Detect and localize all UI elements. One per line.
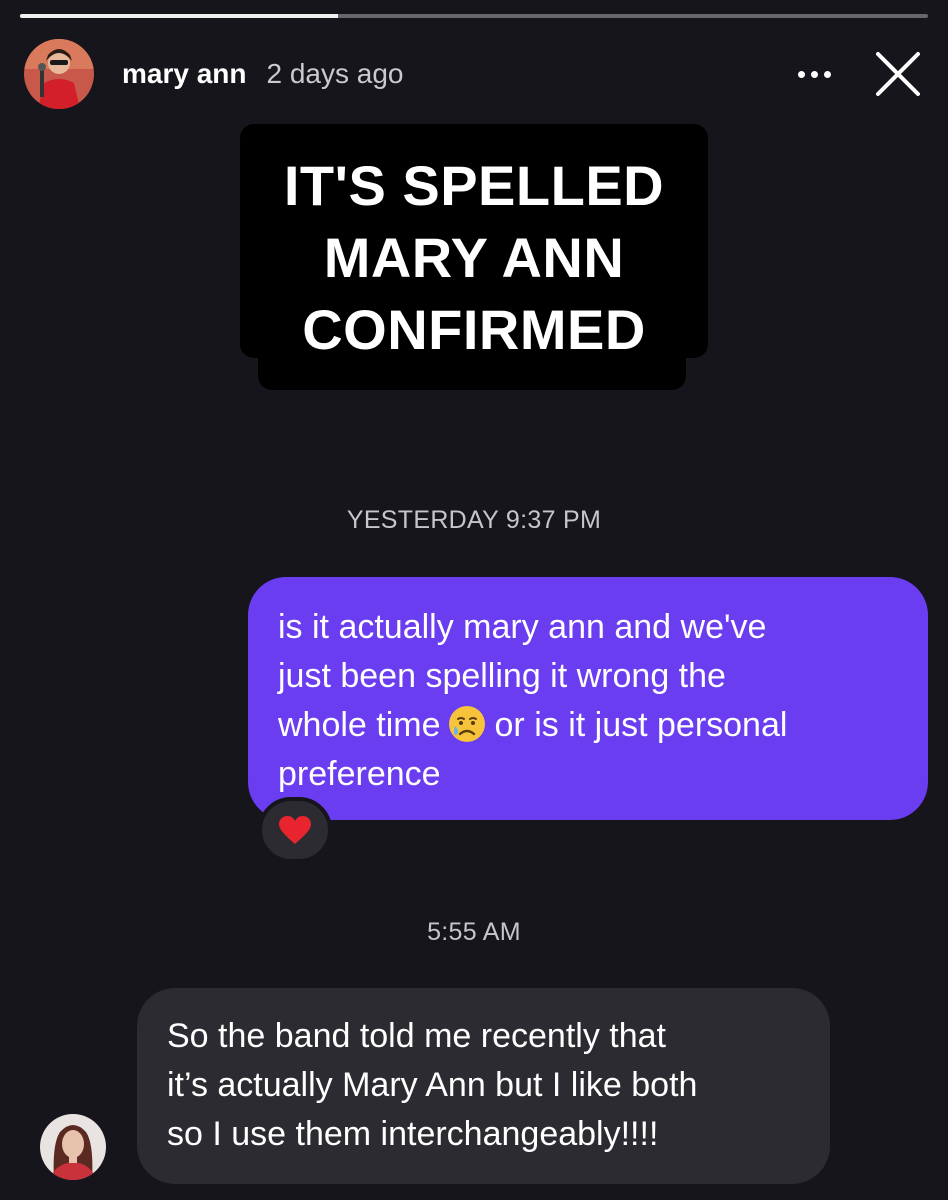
message-line: preference: [278, 755, 441, 793]
sad-but-relieved-face-icon: [448, 706, 485, 742]
story-progress-fill: [20, 14, 338, 18]
message-line: is it actually mary ann and we've: [278, 608, 767, 646]
message-line: just been spelling it wrong the: [278, 657, 726, 695]
story-viewer: mary ann 2 days ago IT'S SPELLED MARY AN…: [0, 0, 948, 1200]
more-dot: [823, 70, 831, 78]
more-options-button[interactable]: [784, 54, 844, 94]
sender-avatar[interactable]: [40, 1114, 106, 1180]
sent-message-bubble[interactable]: is it actually mary ann and we've just b…: [248, 577, 928, 820]
caption-line: IT'S SPELLED: [283, 154, 665, 217]
caption-line: CONFIRMED: [302, 298, 646, 361]
message-line: so I use them interchangeably!!!!: [167, 1115, 659, 1153]
close-icon: [876, 52, 920, 96]
profile-avatar[interactable]: [24, 39, 94, 109]
story-progress-bar: [20, 14, 928, 18]
message-line: So the band told me recently that: [167, 1017, 666, 1055]
message-text: or is it just personal: [494, 706, 788, 744]
close-button[interactable]: [872, 48, 924, 100]
message-text: whole time: [278, 706, 441, 744]
post-timestamp: 2 days ago: [266, 58, 404, 89]
message-timestamp: 5:55 AM: [427, 918, 521, 946]
caption-line: MARY ANN: [323, 226, 625, 289]
story-header: mary ann 2 days ago: [24, 38, 924, 110]
more-horizontal-icon: [797, 70, 805, 78]
more-dot: [810, 70, 818, 78]
red-heart-icon: [279, 816, 311, 844]
message-reaction[interactable]: [258, 797, 332, 863]
caption-text: IT'S SPELLED MARY ANN CONFIRMED: [240, 150, 708, 366]
message-timestamp: YESTERDAY 9:37 PM: [346, 506, 602, 534]
username[interactable]: mary ann: [122, 58, 247, 90]
received-message-bubble[interactable]: So the band told me recently that it’s a…: [137, 988, 830, 1184]
story-caption: IT'S SPELLED MARY ANN CONFIRMED: [240, 124, 710, 390]
message-line: whole time or is it just personal: [278, 701, 898, 750]
message-line: it’s actually Mary Ann but I like both: [167, 1066, 698, 1104]
